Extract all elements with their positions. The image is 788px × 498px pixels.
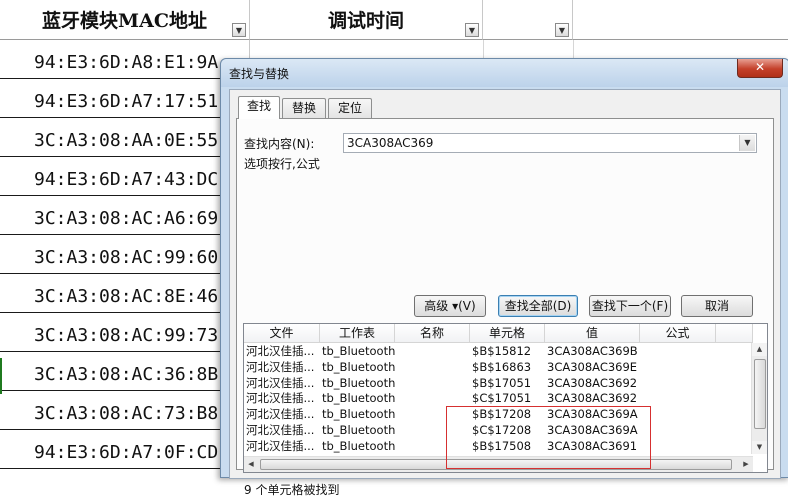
result-value: 3CA308AC369E — [547, 359, 638, 374]
sheet-cell-mac[interactable]: 3C:A3:08:AC:99:60 — [0, 235, 250, 274]
filter-dropdown-icon[interactable]: ▼ — [465, 23, 479, 37]
scroll-right-icon[interactable]: ▶ — [739, 457, 753, 472]
sheet-cell-mac[interactable]: 3C:A3:08:AC:99:73 — [0, 313, 250, 352]
column-header-mac[interactable]: 蓝牙模块MAC地址 ▼ — [0, 0, 250, 40]
result-row[interactable]: 河北汉佳插... tb_Bluetooth $B$17051 3CA308AC3… — [244, 376, 753, 392]
found-count-status: 9 个单元格被找到 — [244, 483, 340, 497]
results-column-file[interactable]: 文件 — [244, 324, 320, 343]
sheet-cell-mac[interactable]: 94:E3:6D:A7:17:51 — [0, 79, 250, 118]
find-what-value: 3CA308AC369 — [347, 136, 434, 150]
result-file: 河北汉佳插... — [246, 407, 315, 422]
chevron-down-icon[interactable]: ▼ — [739, 135, 755, 151]
find-all-button[interactable]: 查找全部(D) — [498, 295, 578, 317]
tab-goto[interactable]: 定位 — [328, 98, 372, 118]
find-replace-dialog: 查找与替换 ✕ 查找 替换 定位 查找内容(N): 3CA308AC369 ▼ … — [220, 58, 788, 497]
sheet-cell-mac[interactable]: 94:E3:6D:A7:43:DC — [0, 157, 250, 196]
selection-marker — [0, 358, 2, 394]
find-next-button[interactable]: 查找下一个(F) — [589, 295, 671, 317]
sheet-cell-mac[interactable]: 3C:A3:08:AA:0E:55 — [0, 118, 250, 157]
sheet-cell-mac[interactable]: 3C:A3:08:AC:36:8B — [0, 352, 250, 391]
result-value: 3CA308AC369B — [547, 344, 638, 358]
results-column-name[interactable]: 名称 — [395, 324, 470, 343]
sheet-cell-mac[interactable]: 3C:A3:08:AC:8E:46 — [0, 274, 250, 313]
result-row[interactable]: 河北汉佳插... tb_Bluetooth $B$15812 3CA308AC3… — [244, 344, 753, 360]
result-row[interactable]: 河北汉佳插... tb_Bluetooth $B$16863 3CA308AC3… — [244, 360, 753, 376]
sheet-cell-mac[interactable]: 94:E3:6D:A8:E1:9A — [0, 40, 250, 79]
result-value: 3CA308AC3692 — [547, 391, 638, 406]
sheet-cell-mac[interactable]: 94:E3:6D:A7:0F:CD — [0, 430, 250, 469]
dialog-title: 查找与替换 — [229, 67, 290, 81]
scroll-thumb[interactable] — [754, 359, 766, 429]
scroll-down-icon[interactable]: ▼ — [752, 441, 767, 454]
results-header: 文件 工作表 名称 单元格 值 公式 — [244, 324, 753, 343]
result-file: 河北汉佳插... — [246, 375, 315, 390]
result-file: 河北汉佳插... — [246, 438, 315, 453]
result-cell: $C$17051 — [472, 391, 532, 406]
advanced-button[interactable]: 高级 ▾(V) — [414, 295, 486, 317]
dialog-panel: 查找 替换 定位 查找内容(N): 3CA308AC369 ▼ 选项按行,公式 … — [229, 89, 781, 497]
result-sheet: tb_Bluetooth — [322, 438, 396, 453]
result-cell: $B$17051 — [472, 375, 532, 390]
result-file: 河北汉佳插... — [246, 344, 315, 358]
scroll-left-icon[interactable]: ◀ — [244, 457, 258, 472]
scroll-up-icon[interactable]: ▲ — [752, 343, 767, 356]
column-header-empty[interactable] — [573, 0, 788, 40]
tab-find[interactable]: 查找 — [238, 96, 280, 119]
result-cell: $B$15812 — [472, 344, 532, 358]
result-file: 河北汉佳插... — [246, 391, 315, 406]
column-header-label: 蓝牙模块MAC地址 — [42, 10, 207, 32]
column-header-debug-time[interactable]: 调试时间 ▼ — [250, 0, 483, 40]
result-sheet: tb_Bluetooth — [322, 344, 396, 358]
column-header-label: 调试时间 — [327, 10, 404, 32]
result-sheet: tb_Bluetooth — [322, 375, 396, 390]
tab-replace[interactable]: 替换 — [282, 98, 326, 118]
result-sheet: tb_Bluetooth — [322, 422, 396, 437]
sheet-cell-mac[interactable]: 3C:A3:08:AC:A6:69 — [0, 196, 250, 235]
result-sheet: tb_Bluetooth — [322, 359, 396, 374]
results-column-cell[interactable]: 单元格 — [470, 324, 545, 343]
find-what-label: 查找内容(N): — [244, 137, 315, 151]
result-file: 河北汉佳插... — [246, 422, 315, 437]
find-tab-body: 查找内容(N): 3CA308AC369 ▼ 选项按行,公式 高级 ▾(V) 查… — [236, 118, 774, 473]
result-file: 河北汉佳插... — [246, 359, 315, 374]
search-options-summary: 选项按行,公式 — [244, 157, 320, 171]
sheet-cell-mac[interactable]: 3C:A3:08:AC:73:B8 — [0, 391, 250, 430]
dialog-titlebar[interactable]: 查找与替换 ✕ — [221, 59, 788, 87]
find-what-input[interactable]: 3CA308AC369 ▼ — [343, 133, 757, 153]
result-sheet: tb_Bluetooth — [322, 407, 396, 422]
column-header-next[interactable]: ▼ — [483, 0, 573, 40]
results-column-blank — [716, 324, 753, 343]
results-column-sheet[interactable]: 工作表 — [320, 324, 395, 343]
results-column-formula[interactable]: 公式 — [640, 324, 716, 343]
cancel-button[interactable]: 取消 — [681, 295, 753, 317]
results-column-value[interactable]: 值 — [545, 324, 640, 343]
results-vertical-scrollbar[interactable]: ▲ ▼ — [751, 343, 767, 454]
filter-dropdown-icon[interactable]: ▼ — [555, 23, 569, 37]
close-icon[interactable]: ✕ — [737, 59, 783, 78]
result-value: 3CA308AC3692 — [547, 375, 638, 390]
result-cell: $B$16863 — [472, 359, 532, 374]
filter-dropdown-icon[interactable]: ▼ — [232, 23, 246, 37]
highlight-annotation-box — [446, 406, 651, 469]
result-sheet: tb_Bluetooth — [322, 391, 396, 406]
result-row[interactable]: 河北汉佳插... tb_Bluetooth $C$17051 3CA308AC3… — [244, 391, 753, 407]
